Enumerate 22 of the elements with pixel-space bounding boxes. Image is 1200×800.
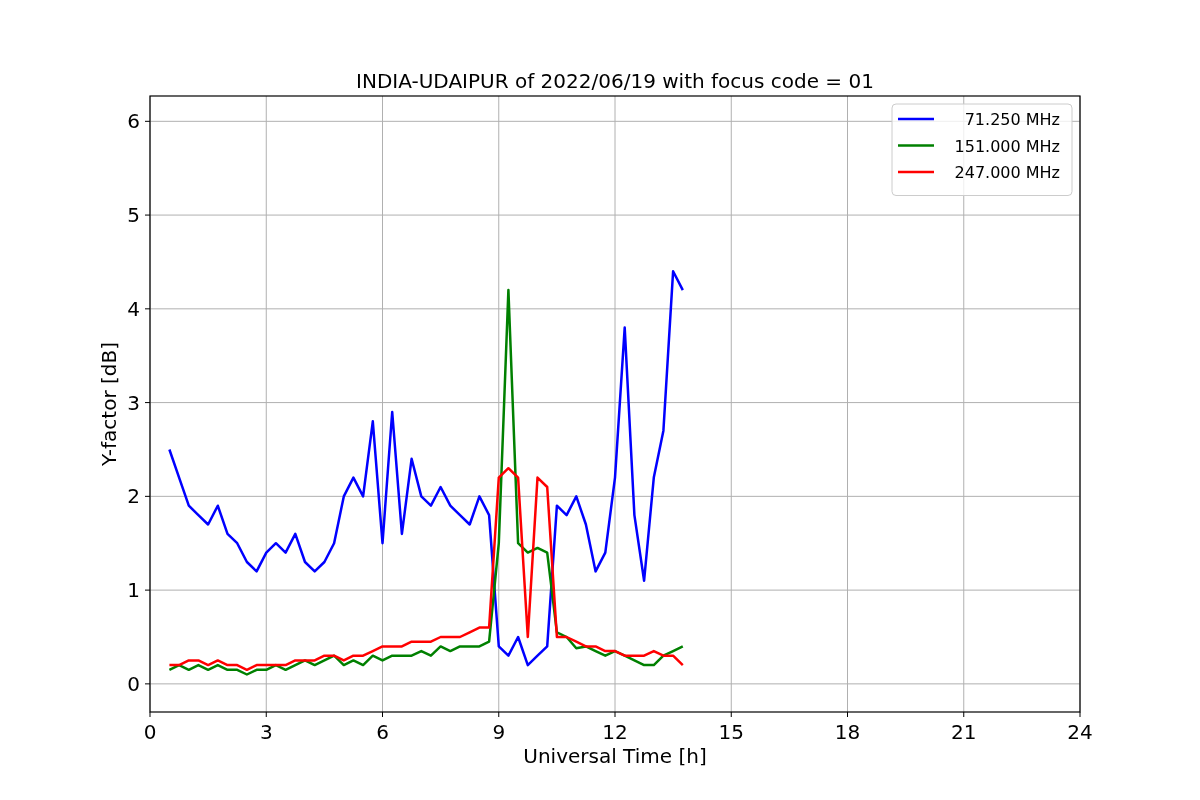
legend-label: 151.000 MHz — [954, 136, 1060, 156]
y-tick-label: 3 — [127, 390, 140, 415]
x-tick-label: 12 — [602, 720, 628, 744]
y-tick-label: 1 — [127, 578, 140, 603]
legend-label: 247.000 MHz — [954, 163, 1060, 182]
y-tick-label: 6 — [127, 109, 140, 134]
chart-title: INDIA-UDAIPUR of 2022/06/19 with focus code = 01 — [356, 69, 874, 93]
y-axis-label: Y-factor [dB] — [97, 342, 121, 466]
y-tick-label: 5 — [127, 203, 140, 228]
x-tick-label: 18 — [834, 720, 861, 744]
x-tick-label: 15 — [718, 720, 744, 744]
x-axis-label: Universal Time [h] — [523, 744, 707, 768]
x-tick-label: 0 — [143, 720, 157, 744]
y-tick-label: 0 — [127, 671, 140, 696]
x-tick-label: 9 — [492, 720, 506, 744]
x-tick-label: 24 — [1067, 720, 1093, 744]
x-tick-label: 21 — [951, 720, 977, 744]
legend-label: 71.250 MHz — [964, 110, 1060, 129]
y-tick-label: 4 — [127, 296, 140, 321]
x-tick-label: 3 — [259, 720, 273, 744]
y-tick-label: 2 — [127, 484, 140, 509]
x-tick-label: 6 — [376, 720, 389, 744]
